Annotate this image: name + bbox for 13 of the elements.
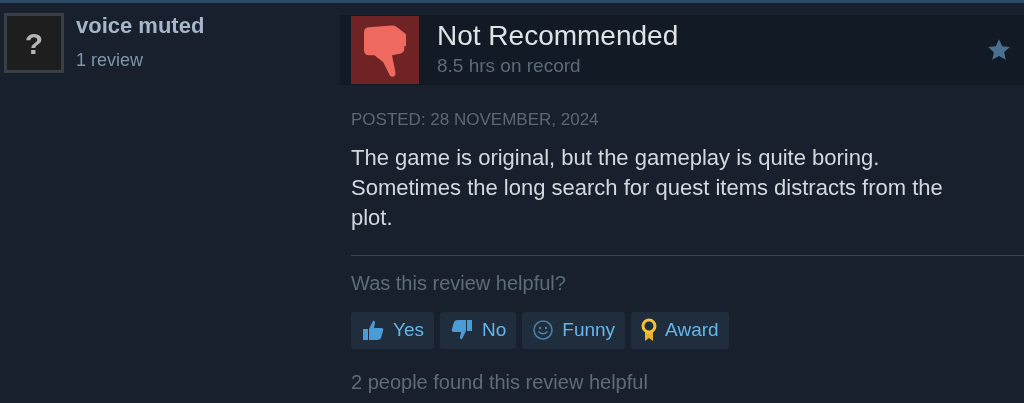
review-text: The game is original, but the gameplay is quite boring. Sometimes the long search for quest items distracts from the plot. bbox=[351, 143, 944, 232]
yes-button[interactable]: Yes bbox=[351, 311, 434, 349]
avatar[interactable]: ? bbox=[4, 13, 64, 73]
playtime: 8.5 hrs on record bbox=[437, 53, 582, 78]
no-button[interactable]: No bbox=[440, 311, 517, 349]
helpful-count: 2 people found this review helpful bbox=[351, 369, 649, 395]
award-button[interactable]: Award bbox=[631, 311, 729, 349]
posted-date: POSTED: 28 NOVEMBER, 2024 bbox=[351, 109, 600, 131]
review-verdict: Not Recommended bbox=[437, 19, 680, 52]
author-name[interactable]: voice muted bbox=[76, 13, 205, 39]
review-count[interactable]: 1 review bbox=[76, 47, 205, 74]
funny-button[interactable]: Funny bbox=[522, 311, 626, 349]
helpful-question: Was this review helpful? bbox=[351, 270, 567, 296]
